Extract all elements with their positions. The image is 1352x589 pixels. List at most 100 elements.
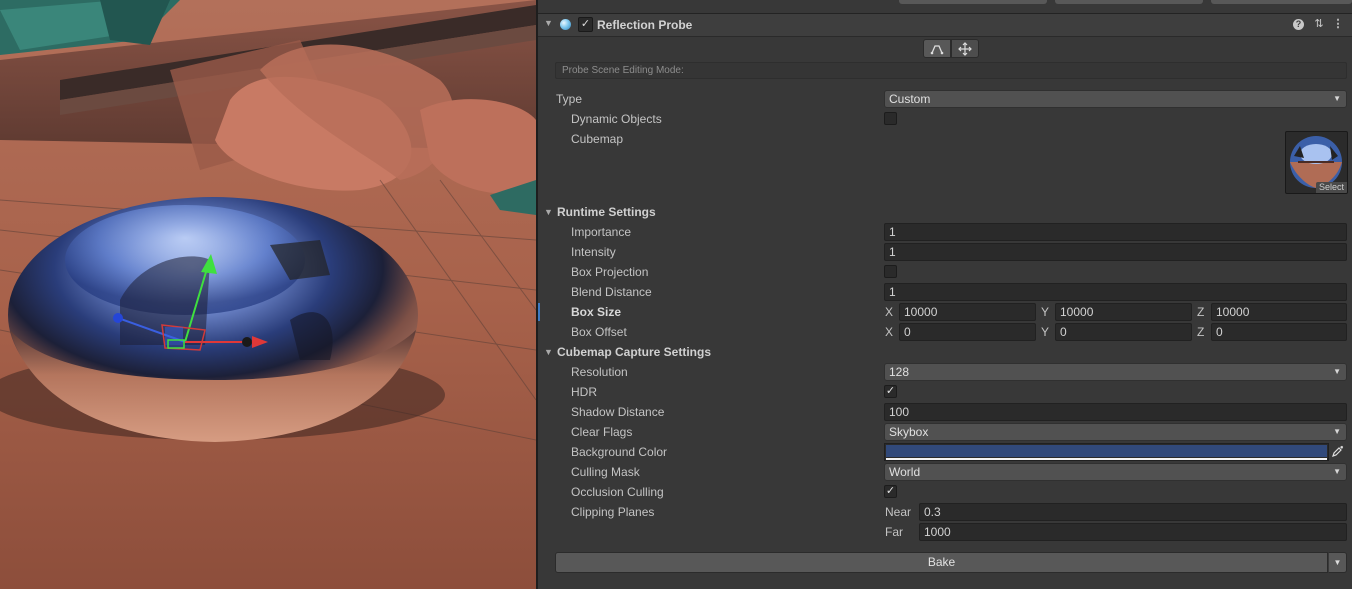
capture-settings-header[interactable]: ▼ Cubemap Capture Settings bbox=[538, 342, 1352, 362]
box-offset-x-field[interactable]: 0 bbox=[899, 323, 1036, 341]
box-offset-z-field[interactable]: 0 bbox=[1211, 323, 1347, 341]
culling-mask-row: Culling Mask World ▼ bbox=[538, 462, 1352, 482]
component-enabled-checkbox[interactable]: ✓ bbox=[578, 17, 593, 32]
move-icon bbox=[958, 41, 972, 56]
help-icon[interactable]: ? bbox=[1293, 19, 1304, 30]
scene-editing-mode-label: Probe Scene Editing Mode: bbox=[555, 62, 1347, 79]
importance-row: Importance 1 bbox=[538, 222, 1352, 242]
top-toolbar-stub-2 bbox=[1055, 0, 1203, 4]
clear-flags-label: Clear Flags bbox=[571, 425, 633, 439]
clear-flags-value: Skybox bbox=[889, 425, 929, 439]
background-color-field[interactable] bbox=[884, 443, 1329, 461]
axis-x-label: X bbox=[885, 325, 894, 339]
axis-x-label: X bbox=[885, 305, 894, 319]
color-swatch bbox=[886, 445, 1327, 457]
intensity-row: Intensity 1 bbox=[538, 242, 1352, 262]
box-size-y-field[interactable]: 10000 bbox=[1055, 303, 1192, 321]
hdr-row: HDR ✓ bbox=[538, 382, 1352, 402]
hdr-label: HDR bbox=[571, 385, 597, 399]
axis-z-label: Z bbox=[1197, 305, 1205, 319]
top-toolbar-stub-1 bbox=[899, 0, 1047, 4]
resolution-label: Resolution bbox=[571, 365, 628, 379]
dropdown-arrow-icon: ▼ bbox=[1333, 427, 1341, 436]
clear-flags-dropdown[interactable]: Skybox ▼ bbox=[884, 423, 1347, 441]
axis-y-label: Y bbox=[1041, 325, 1050, 339]
cubemap-object-field[interactable]: Select bbox=[1285, 131, 1348, 194]
far-plane-field[interactable]: 1000 bbox=[919, 523, 1347, 541]
type-value: Custom bbox=[889, 92, 931, 106]
occlusion-culling-row: Occlusion Culling ✓ bbox=[538, 482, 1352, 502]
clipping-planes-far-row: Far 1000 bbox=[538, 522, 1352, 542]
alpha-bar bbox=[886, 458, 1327, 460]
scene-view[interactable] bbox=[0, 0, 536, 589]
shadow-distance-field[interactable]: 100 bbox=[884, 403, 1347, 421]
dynamic-objects-row: Dynamic Objects bbox=[538, 109, 1352, 129]
occlusion-culling-checkbox[interactable]: ✓ bbox=[884, 485, 897, 498]
resolution-row: Resolution 128 ▼ bbox=[538, 362, 1352, 382]
near-plane-field[interactable]: 0.3 bbox=[919, 503, 1347, 521]
runtime-settings-label: Runtime Settings bbox=[557, 205, 656, 219]
clipping-planes-near-row: Clipping Planes Near 0.3 bbox=[538, 502, 1352, 522]
bake-button[interactable]: Bake bbox=[555, 552, 1328, 573]
dynamic-objects-label: Dynamic Objects bbox=[571, 112, 662, 126]
box-size-row: Box Size X 10000 Y 10000 Z 10000 bbox=[538, 302, 1352, 322]
inspector-panel: ▼ ✓ Reflection Probe ? ⇅ ⋮ Probe Scene E… bbox=[538, 0, 1352, 589]
foldout-arrow-icon: ▼ bbox=[544, 207, 553, 217]
background-color-row: Background Color bbox=[538, 442, 1352, 462]
more-options-icon[interactable]: ⋮ bbox=[1331, 17, 1345, 31]
hdr-checkbox[interactable]: ✓ bbox=[884, 385, 897, 398]
box-offset-row: Box Offset X 0 Y 0 Z 0 bbox=[538, 322, 1352, 342]
edit-bounds-button[interactable] bbox=[923, 39, 951, 58]
blend-distance-label: Blend Distance bbox=[571, 285, 652, 299]
foldout-arrow-icon[interactable]: ▼ bbox=[544, 18, 553, 28]
culling-mask-dropdown[interactable]: World ▼ bbox=[884, 463, 1347, 481]
dropdown-arrow-icon: ▼ bbox=[1333, 467, 1341, 476]
top-toolbar-stub-3 bbox=[1211, 0, 1352, 4]
foldout-arrow-icon: ▼ bbox=[544, 347, 553, 357]
box-size-z-field[interactable]: 10000 bbox=[1211, 303, 1347, 321]
culling-mask-label: Culling Mask bbox=[571, 465, 640, 479]
edit-origin-button[interactable] bbox=[951, 39, 979, 58]
dynamic-objects-checkbox[interactable] bbox=[884, 112, 897, 125]
shadow-distance-row: Shadow Distance 100 bbox=[538, 402, 1352, 422]
far-label: Far bbox=[885, 525, 903, 539]
capture-settings-label: Cubemap Capture Settings bbox=[557, 345, 712, 359]
box-projection-row: Box Projection bbox=[538, 262, 1352, 282]
box-offset-y-field[interactable]: 0 bbox=[1055, 323, 1192, 341]
near-label: Near bbox=[885, 505, 912, 519]
importance-label: Importance bbox=[571, 225, 632, 239]
component-header[interactable]: ▼ ✓ Reflection Probe ? ⇅ ⋮ bbox=[538, 13, 1352, 37]
shadow-distance-label: Shadow Distance bbox=[571, 405, 665, 419]
box-projection-checkbox[interactable] bbox=[884, 265, 897, 278]
importance-field[interactable]: 1 bbox=[884, 223, 1347, 241]
culling-mask-value: World bbox=[889, 465, 921, 479]
reflection-probe-icon bbox=[560, 19, 571, 30]
runtime-settings-header[interactable]: ▼ Runtime Settings bbox=[538, 202, 1352, 222]
cubemap-select-button[interactable]: Select bbox=[1315, 182, 1347, 193]
eyedropper-icon[interactable] bbox=[1331, 445, 1344, 458]
bake-dropdown-button[interactable]: ▼ bbox=[1328, 552, 1347, 573]
blend-distance-field[interactable]: 1 bbox=[884, 283, 1347, 301]
box-offset-label: Box Offset bbox=[571, 325, 627, 339]
axis-y-label: Y bbox=[1041, 305, 1050, 319]
clear-flags-row: Clear Flags Skybox ▼ bbox=[538, 422, 1352, 442]
intensity-label: Intensity bbox=[571, 245, 616, 259]
axis-z-label: Z bbox=[1197, 325, 1205, 339]
occlusion-culling-label: Occlusion Culling bbox=[571, 485, 664, 499]
cubemap-label: Cubemap bbox=[571, 132, 624, 146]
box-size-label: Box Size bbox=[571, 305, 622, 319]
blend-distance-row: Blend Distance 1 bbox=[538, 282, 1352, 302]
resolution-dropdown[interactable]: 128 ▼ bbox=[884, 363, 1347, 381]
presets-icon[interactable]: ⇅ bbox=[1312, 17, 1326, 31]
component-title: Reflection Probe bbox=[597, 18, 693, 32]
background-color-label: Background Color bbox=[571, 445, 668, 459]
type-label: Type bbox=[556, 92, 583, 106]
type-dropdown[interactable]: Custom ▼ bbox=[884, 90, 1347, 108]
box-size-x-field[interactable]: 10000 bbox=[899, 303, 1036, 321]
box-projection-label: Box Projection bbox=[571, 265, 649, 279]
edit-bounds-icon bbox=[930, 44, 944, 54]
intensity-field[interactable]: 1 bbox=[884, 243, 1347, 261]
clipping-planes-label: Clipping Planes bbox=[571, 505, 655, 519]
scene-viewport[interactable] bbox=[0, 0, 536, 589]
scene-editing-tools bbox=[923, 39, 979, 59]
